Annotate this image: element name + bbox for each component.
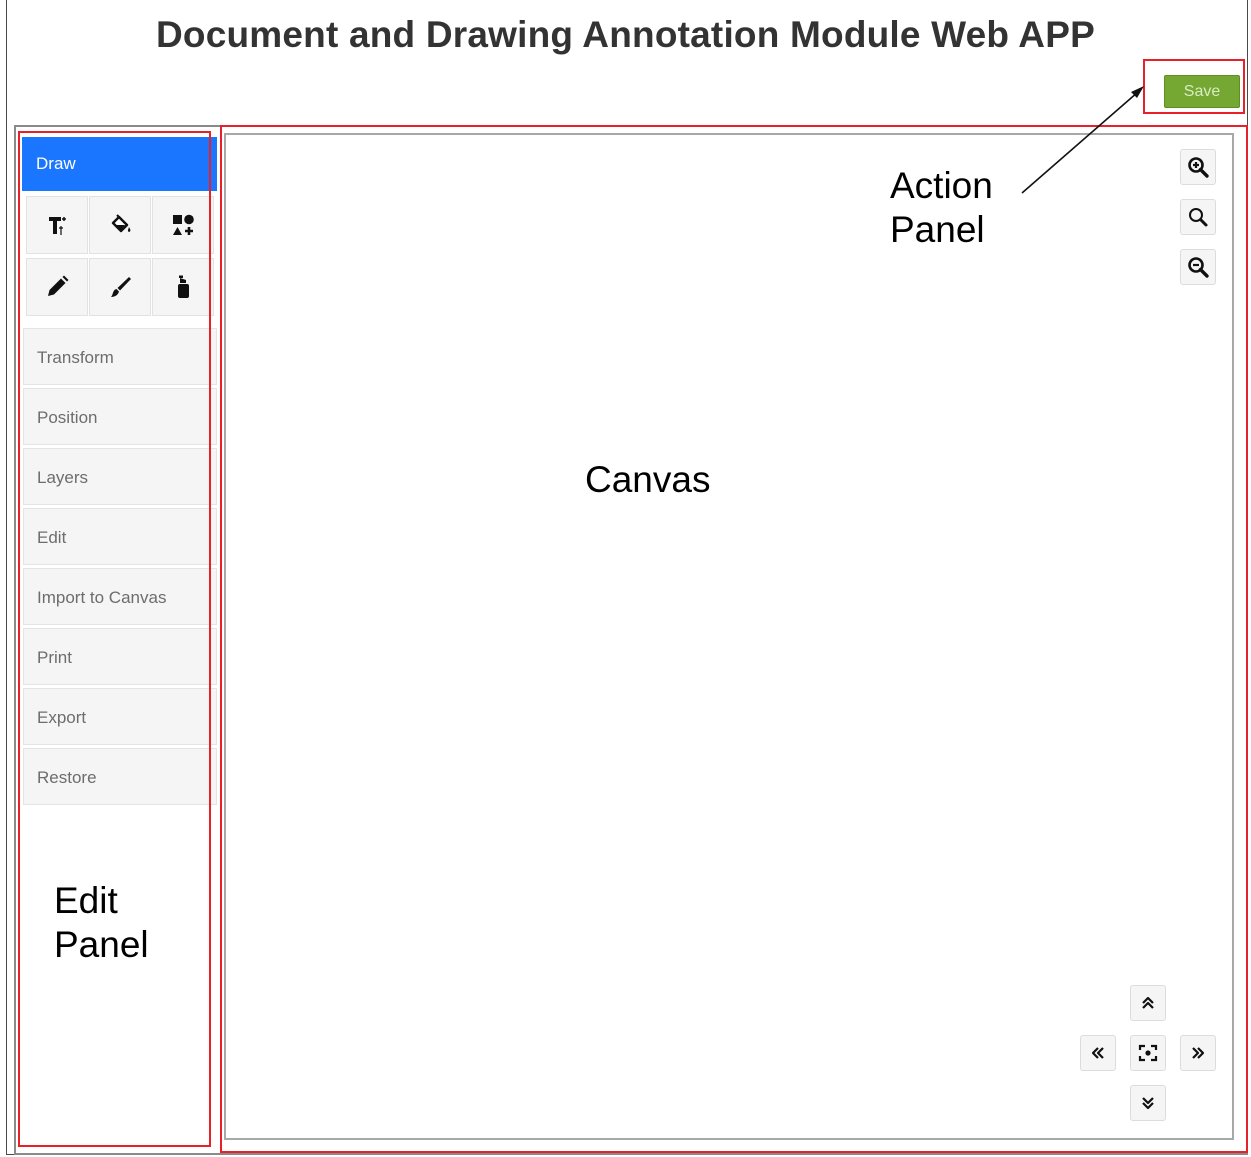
annotation-action-panel-line2: Panel xyxy=(890,209,985,250)
pan-right-icon xyxy=(1192,1047,1205,1059)
save-button[interactable]: Save xyxy=(1164,75,1240,108)
annotation-canvas: Canvas xyxy=(585,459,711,500)
annotation-edit-panel: Edit Panel xyxy=(54,879,149,967)
zoom-out-icon xyxy=(1188,257,1209,278)
pan-center-button[interactable] xyxy=(1130,1035,1166,1071)
annotation-action-panel: Action Panel xyxy=(890,164,993,252)
zoom-out-button[interactable] xyxy=(1180,249,1216,285)
pan-left-icon xyxy=(1091,1047,1104,1059)
zoom-reset-icon xyxy=(1189,208,1208,227)
canvas-highlight xyxy=(220,125,1248,1153)
annotation-edit-panel-line1: Edit xyxy=(54,880,118,921)
annotation-edit-panel-line2: Panel xyxy=(54,924,149,965)
pan-up-icon xyxy=(1142,996,1154,1009)
zoom-in-icon xyxy=(1188,157,1209,178)
pan-left-button[interactable] xyxy=(1080,1035,1116,1071)
pan-down-button[interactable] xyxy=(1130,1085,1166,1121)
zoom-in-button[interactable] xyxy=(1180,149,1216,185)
annotation-action-panel-line1: Action xyxy=(890,165,993,206)
pan-down-icon xyxy=(1142,1097,1154,1110)
app-title: Document and Drawing Annotation Module W… xyxy=(156,14,1095,55)
pan-right-button[interactable] xyxy=(1180,1035,1216,1071)
edit-panel-highlight xyxy=(18,131,211,1147)
zoom-reset-button[interactable] xyxy=(1180,199,1216,235)
pan-up-button[interactable] xyxy=(1130,985,1166,1021)
pan-center-icon xyxy=(1138,1044,1158,1062)
